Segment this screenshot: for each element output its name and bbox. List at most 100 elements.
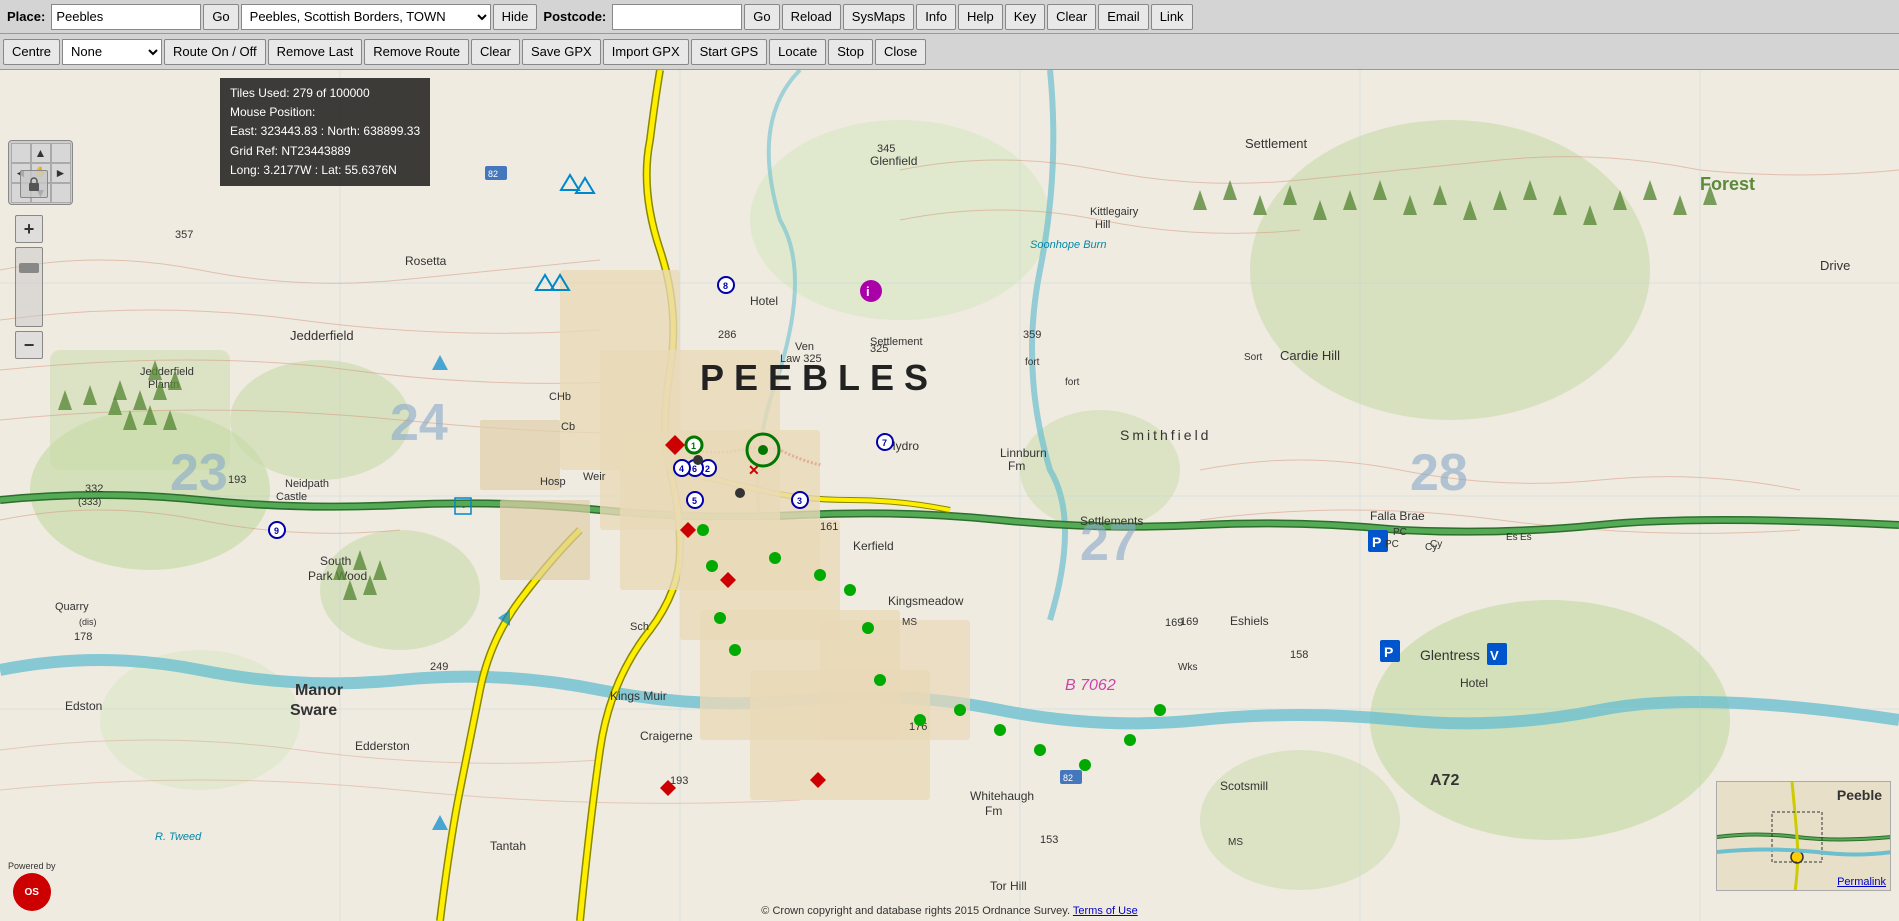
save-gpx-button[interactable]: Save GPX — [522, 39, 601, 65]
place-input[interactable] — [51, 4, 201, 30]
svg-text:R. Tweed: R. Tweed — [155, 831, 202, 843]
svg-text:Edderston: Edderston — [355, 739, 410, 753]
key-button[interactable]: Key — [1005, 4, 1045, 30]
svg-text:PC: PC — [1385, 539, 1399, 550]
compass-up-left — [11, 143, 31, 163]
svg-text:B 7062: B 7062 — [1065, 677, 1116, 694]
svg-text:Wks: Wks — [1178, 662, 1197, 673]
info-overlay: Tiles Used: 279 of 100000 Mouse Position… — [220, 78, 430, 186]
minimap: Peeble Permalink — [1716, 781, 1891, 891]
svg-text:Smithfield: Smithfield — [1120, 427, 1211, 443]
svg-text:8: 8 — [723, 281, 728, 291]
os-logo: Powered by OS — [8, 861, 56, 911]
svg-text:Tor Hill: Tor Hill — [990, 879, 1027, 893]
svg-text:249: 249 — [430, 661, 448, 673]
svg-text:Drive: Drive — [1820, 258, 1850, 273]
zoom-slider-thumb[interactable] — [19, 263, 39, 273]
svg-text:161: 161 — [820, 521, 838, 533]
svg-text:Settlement: Settlement — [1245, 136, 1308, 151]
help-button[interactable]: Help — [958, 4, 1003, 30]
reload-button[interactable]: Reload — [782, 4, 841, 30]
zoom-out-button[interactable]: − — [15, 331, 43, 359]
map-container[interactable]: PEEBLES Glenfield Kittlegairy Hill Settl… — [0, 70, 1899, 921]
svg-text:7: 7 — [882, 438, 887, 448]
svg-text:fort: fort — [1065, 377, 1080, 388]
remove-last-button[interactable]: Remove Last — [268, 39, 363, 65]
zoom-slider-track[interactable] — [15, 247, 43, 327]
svg-text:Glenfield: Glenfield — [870, 154, 917, 168]
copyright-text: © Crown copyright and database rights 20… — [761, 905, 1070, 917]
link-button[interactable]: Link — [1151, 4, 1193, 30]
svg-text:359: 359 — [1023, 329, 1041, 341]
svg-text:V: V — [1490, 648, 1499, 663]
svg-text:Ven: Ven — [795, 341, 814, 353]
svg-text:Castle: Castle — [276, 491, 307, 503]
svg-text:Rosetta: Rosetta — [405, 254, 447, 268]
svg-text:Kittlegairy: Kittlegairy — [1090, 206, 1139, 218]
svg-text:Law 325: Law 325 — [780, 353, 822, 365]
sysmaps-button[interactable]: SysMaps — [843, 4, 914, 30]
centre-select[interactable]: None — [62, 39, 162, 65]
compass-up[interactable]: ▲ — [31, 143, 51, 163]
toolbar-row2: Centre None Route On / Off Remove Last R… — [0, 34, 1899, 70]
info-button[interactable]: Info — [916, 4, 956, 30]
tiles-used: Tiles Used: 279 of 100000 — [230, 84, 420, 103]
svg-text:Hotel: Hotel — [750, 294, 778, 308]
svg-text:MS: MS — [1228, 837, 1243, 848]
start-gps-button[interactable]: Start GPS — [691, 39, 768, 65]
svg-text:P: P — [1372, 534, 1381, 550]
svg-text:153: 153 — [1040, 834, 1058, 846]
postcode-input[interactable] — [612, 4, 742, 30]
lock-icon-area[interactable] — [20, 170, 48, 198]
go2-button[interactable]: Go — [744, 4, 779, 30]
mouse-position-label: Mouse Position: — [230, 103, 420, 122]
svg-text:6: 6 — [692, 464, 697, 474]
svg-text:Cb: Cb — [561, 421, 575, 433]
clear-button-row2[interactable]: Clear — [471, 39, 520, 65]
svg-text:A72: A72 — [1430, 772, 1459, 789]
svg-text:Glentress: Glentress — [1420, 647, 1480, 663]
svg-text:CHb: CHb — [549, 391, 571, 403]
toolbar-row1: Place: Go Peebles, Scottish Borders, TOW… — [0, 0, 1899, 34]
stop-button[interactable]: Stop — [828, 39, 873, 65]
svg-text:Sware: Sware — [290, 702, 337, 719]
svg-text:Neidpath: Neidpath — [285, 478, 329, 490]
svg-text:South: South — [320, 554, 351, 568]
svg-text:Craigerne: Craigerne — [640, 729, 693, 743]
grid-ref: Grid Ref: NT23443889 — [230, 142, 420, 161]
centre-button[interactable]: Centre — [3, 39, 60, 65]
svg-text:(dis): (dis) — [79, 617, 97, 627]
svg-text:Fm: Fm — [985, 804, 1002, 818]
go1-button[interactable]: Go — [203, 4, 238, 30]
svg-text:Falla Brae: Falla Brae — [1370, 509, 1425, 523]
route-on-off-button[interactable]: Route On / Off — [164, 39, 266, 65]
svg-text:Jedderfield: Jedderfield — [140, 366, 194, 378]
svg-text:9: 9 — [274, 526, 279, 536]
compass-right[interactable]: ► — [51, 163, 71, 183]
zoom-in-button[interactable]: + — [15, 215, 43, 243]
svg-text:23: 23 — [170, 444, 228, 502]
svg-text:2: 2 — [705, 464, 710, 474]
hide-button[interactable]: Hide — [493, 4, 538, 30]
map-svg[interactable]: PEEBLES Glenfield Kittlegairy Hill Settl… — [0, 70, 1899, 921]
import-gpx-button[interactable]: Import GPX — [603, 39, 689, 65]
svg-text:28: 28 — [1410, 444, 1468, 502]
close-button[interactable]: Close — [875, 39, 926, 65]
locate-button[interactable]: Locate — [769, 39, 826, 65]
clear-button-row1[interactable]: Clear — [1047, 4, 1096, 30]
svg-text:Jedderfield: Jedderfield — [290, 328, 354, 343]
svg-text:178: 178 — [74, 631, 92, 643]
minimap-permalink[interactable]: Permalink — [1837, 876, 1886, 888]
footer: © Crown copyright and database rights 20… — [0, 905, 1899, 917]
svg-text:Forest: Forest — [1700, 174, 1755, 194]
svg-text:Hotel: Hotel — [1460, 676, 1488, 690]
email-button[interactable]: Email — [1098, 4, 1149, 30]
remove-route-button[interactable]: Remove Route — [364, 39, 469, 65]
svg-text:169: 169 — [1180, 616, 1198, 628]
svg-text:~: ~ — [459, 502, 465, 514]
svg-text:4: 4 — [679, 464, 684, 474]
svg-text:Es: Es — [1506, 532, 1518, 543]
svg-text:Whitehaugh: Whitehaugh — [970, 789, 1034, 803]
terms-link[interactable]: Terms of Use — [1073, 905, 1138, 917]
location-dropdown[interactable]: Peebles, Scottish Borders, TOWN — [241, 4, 491, 30]
